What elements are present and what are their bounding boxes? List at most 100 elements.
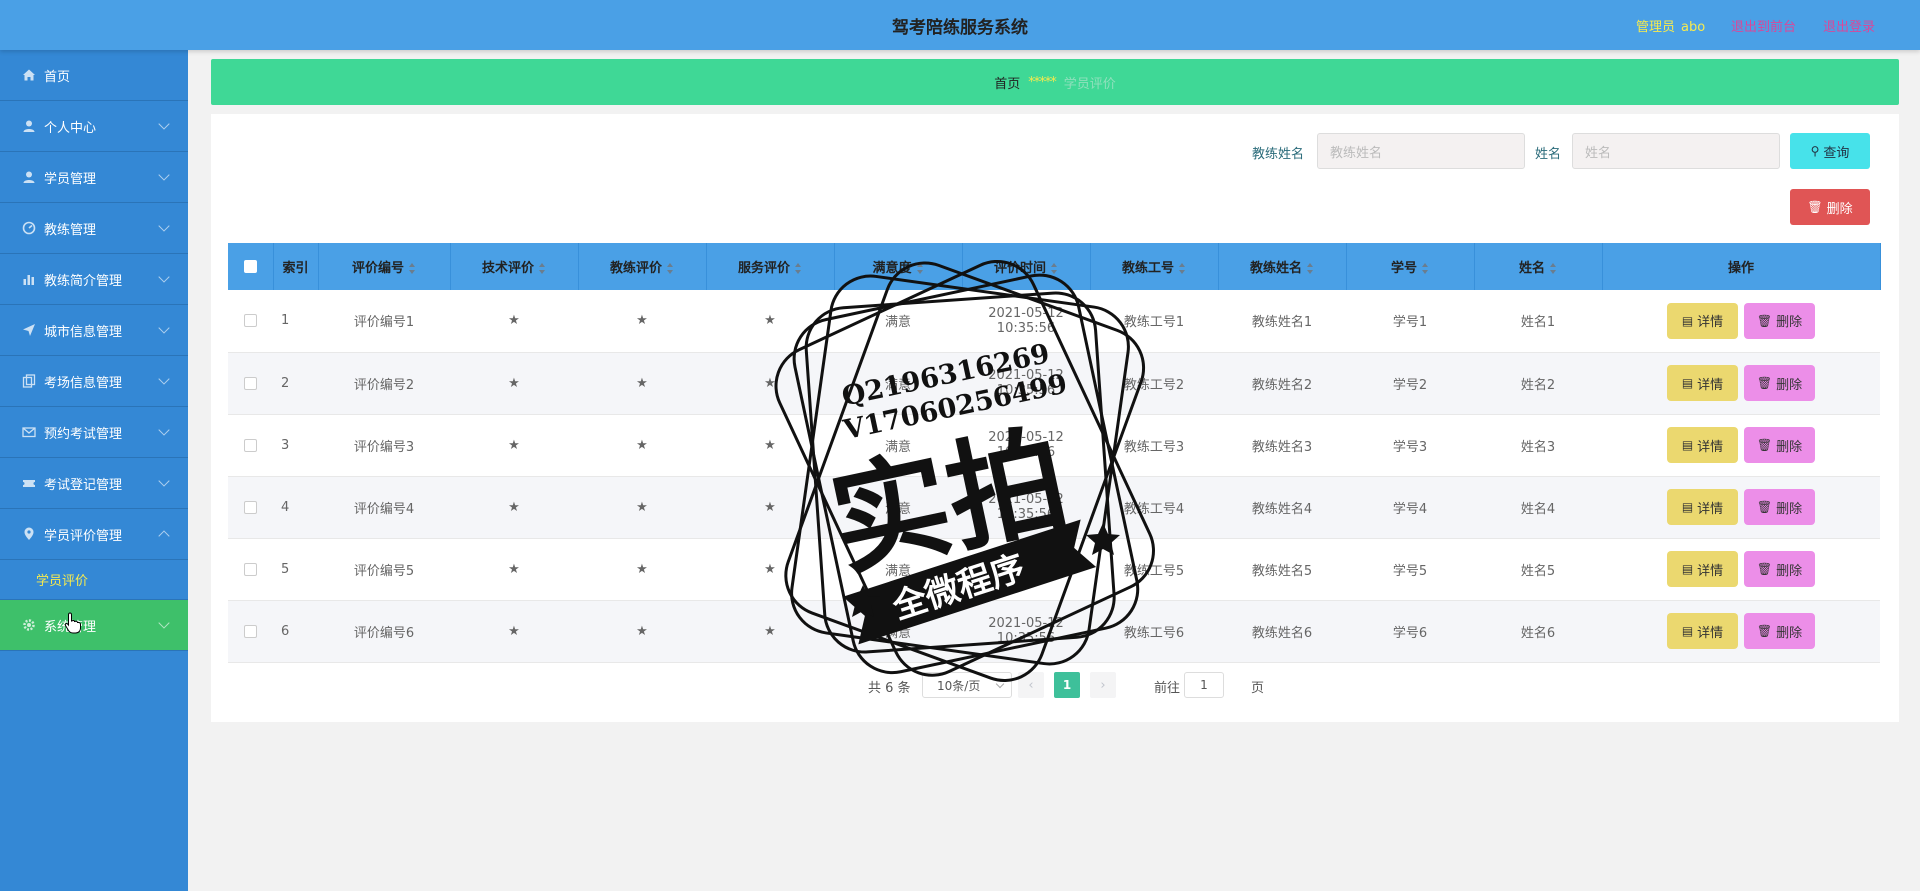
- document-icon: ▤: [1681, 438, 1694, 452]
- query-button[interactable]: ⚲ 查询: [1790, 133, 1870, 169]
- chevron-down-icon: [158, 617, 170, 629]
- column-header[interactable]: 学号: [1346, 243, 1475, 290]
- column-header[interactable]: 评价时间: [962, 243, 1091, 290]
- name-input[interactable]: 姓名: [1572, 133, 1780, 169]
- sort-icon[interactable]: [1307, 263, 1314, 274]
- chevron-down-icon: [158, 424, 170, 436]
- sidebar-item-booking[interactable]: 预约考试管理: [0, 407, 188, 458]
- column-header[interactable]: 教练工号: [1090, 243, 1219, 290]
- sidebar-item-label: 教练管理: [44, 222, 97, 238]
- sort-icon[interactable]: [1051, 263, 1058, 274]
- row-select-cell: [228, 352, 273, 415]
- column-header[interactable]: 教练评价: [578, 243, 707, 290]
- column-header[interactable]: 满意度: [834, 243, 963, 290]
- cell-coach: ★: [578, 352, 706, 415]
- delete-button[interactable]: 🗑 删除: [1744, 365, 1815, 401]
- row-select-cell: [228, 538, 273, 601]
- row-checkbox[interactable]: [244, 376, 257, 390]
- row-checkbox[interactable]: [244, 624, 257, 638]
- detail-button[interactable]: ▤ 详情: [1667, 613, 1738, 649]
- delete-button[interactable]: 🗑 删除: [1744, 489, 1815, 525]
- copy-icon: [22, 374, 36, 388]
- back-to-front-link[interactable]: 退出到前台: [1731, 16, 1796, 35]
- sort-icon[interactable]: [1422, 263, 1429, 274]
- cell-code: 评价编号4: [318, 476, 450, 539]
- logout-link[interactable]: 退出登录: [1823, 16, 1875, 35]
- row-checkbox[interactable]: [244, 562, 257, 576]
- row-checkbox[interactable]: [244, 500, 257, 514]
- sort-icon[interactable]: [667, 263, 674, 274]
- cell-index: 1: [273, 290, 318, 353]
- sidebar-subitem-evaluation[interactable]: 学员评价: [0, 560, 188, 600]
- cell-code: 评价编号1: [318, 290, 450, 353]
- table-row: 6 评价编号6 ★ ★ ★ 满意 2021-05-12 10:35:56 教练工号6 教练姓名6…: [228, 600, 1880, 663]
- cell-tech: ★: [450, 290, 578, 353]
- sidebar: 首页 个人中心 学员管理 教练管理 教练简介管理 城市信息管理 考场信息管理 预…: [0, 50, 188, 891]
- goto-page-input[interactable]: 1: [1184, 672, 1224, 698]
- detail-button[interactable]: ▤ 详情: [1667, 365, 1738, 401]
- sidebar-item-students[interactable]: 学员管理: [0, 152, 188, 203]
- sidebar-item-coaches[interactable]: 教练管理: [0, 203, 188, 254]
- sidebar-item-label: 首页: [44, 69, 71, 85]
- chevron-down-icon: [158, 169, 170, 181]
- next-page-button[interactable]: ›: [1090, 672, 1116, 698]
- cell-time: 2021-05-12 10:35:56: [962, 600, 1090, 663]
- page-size-select[interactable]: 10条/页: [922, 672, 1012, 698]
- delete-button[interactable]: 🗑 删除: [1744, 551, 1815, 587]
- bulk-delete-label: 删除: [1826, 201, 1853, 217]
- breadcrumb-home[interactable]: 首页: [994, 73, 1020, 92]
- cell-index: 6: [273, 600, 318, 663]
- cell-actions: ▤ 详情 🗑 删除: [1602, 600, 1880, 663]
- select-all-checkbox[interactable]: [243, 260, 257, 273]
- sidebar-item-evaluation[interactable]: 学员评价管理: [0, 509, 188, 560]
- detail-button[interactable]: ▤ 详情: [1667, 427, 1738, 463]
- sort-icon[interactable]: [916, 263, 924, 274]
- cell-coach-name: 教练姓名4: [1218, 476, 1346, 539]
- cell-coach: ★: [578, 290, 706, 353]
- delete-button[interactable]: 🗑 删除: [1744, 427, 1815, 463]
- sidebar-item-city[interactable]: 城市信息管理: [0, 305, 188, 356]
- column-header[interactable]: 姓名: [1474, 243, 1603, 290]
- sort-icon[interactable]: [409, 263, 416, 274]
- sidebar-item-coach-intro[interactable]: 教练简介管理: [0, 254, 188, 305]
- row-checkbox[interactable]: [244, 314, 257, 328]
- column-header[interactable]: 技术评价: [450, 243, 579, 290]
- sidebar-item-home[interactable]: 首页: [0, 50, 188, 101]
- column-header[interactable]: 教练姓名: [1218, 243, 1347, 290]
- cell-satisfaction: 满意: [834, 476, 962, 539]
- row-select-cell: [228, 414, 273, 477]
- document-icon: ▤: [1681, 313, 1694, 328]
- delete-button[interactable]: 🗑 删除: [1744, 613, 1815, 649]
- cell-time: 2021-05-12 10:35:56: [962, 414, 1090, 477]
- bulk-delete-button[interactable]: 🗑 删除: [1790, 189, 1870, 225]
- table-header-row: 索引 评价编号 技术评价 教练评价 服务评价 满意度 评价时间 教练工号 教练姓…: [228, 243, 1881, 290]
- user-icon: [23, 171, 35, 183]
- prev-page-button[interactable]: ‹: [1018, 672, 1044, 698]
- page-number[interactable]: 1: [1054, 672, 1080, 698]
- detail-button[interactable]: ▤ 详情: [1667, 551, 1738, 587]
- chevron-down-icon: [158, 322, 170, 334]
- sidebar-item-system[interactable]: 系统管理: [0, 600, 188, 651]
- column-header[interactable]: 服务评价: [706, 243, 835, 290]
- delete-button[interactable]: 🗑 删除: [1744, 302, 1815, 339]
- chevron-up-icon: [158, 530, 170, 542]
- column-header[interactable]: 评价编号: [318, 243, 451, 290]
- coach-name-input[interactable]: 教练姓名: [1317, 133, 1525, 169]
- cell-actions: ▤ 详情 🗑 删除: [1602, 538, 1880, 601]
- app-title: 驾考陪练服务系统: [892, 18, 1028, 38]
- detail-button[interactable]: ▤ 详情: [1667, 489, 1738, 525]
- sort-icon[interactable]: [1179, 263, 1186, 274]
- sidebar-item-exam-site[interactable]: 考场信息管理: [0, 356, 188, 407]
- cell-satisfaction: 满意: [834, 538, 962, 601]
- cell-coach-name: 教练姓名1: [1218, 290, 1346, 353]
- sidebar-item-profile[interactable]: 个人中心: [0, 101, 188, 152]
- detail-button[interactable]: ▤ 详情: [1667, 302, 1738, 339]
- cell-index: 5: [273, 538, 318, 601]
- sort-icon[interactable]: [1550, 263, 1557, 274]
- cell-code: 评价编号5: [318, 538, 450, 601]
- cell-code: 评价编号3: [318, 414, 450, 477]
- row-checkbox[interactable]: [244, 438, 257, 452]
- sort-icon[interactable]: [539, 263, 546, 274]
- sidebar-item-exam-register[interactable]: 考试登记管理: [0, 458, 188, 509]
- sort-icon[interactable]: [795, 263, 802, 274]
